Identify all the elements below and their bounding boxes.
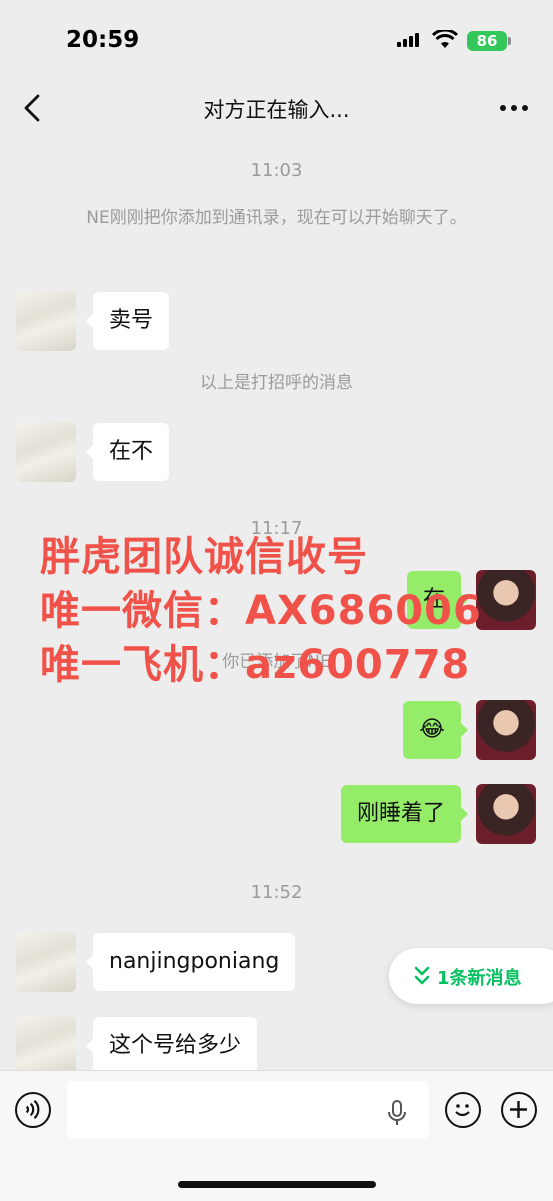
- mic-icon[interactable]: [386, 1099, 408, 1127]
- system-message: 以上是打招呼的消息: [200, 373, 353, 393]
- contact-avatar[interactable]: [16, 1016, 76, 1076]
- self-avatar[interactable]: [476, 570, 536, 630]
- incoming-message-bubble[interactable]: nanjingponiang: [85, 933, 296, 991]
- timestamp: 11:52: [250, 882, 303, 903]
- overlay-text-line: 胖虎团队诚信收号: [40, 534, 368, 580]
- incoming-message-bubble[interactable]: 卖号: [85, 292, 170, 350]
- nav-bar: 对方正在输入...: [0, 80, 553, 136]
- emoji-icon[interactable]: [445, 1092, 481, 1128]
- contact-avatar[interactable]: [16, 291, 76, 351]
- contact-avatar[interactable]: [16, 422, 76, 482]
- wifi-icon: [432, 30, 458, 48]
- battery-cap: [508, 37, 511, 45]
- overlay-text-line: 唯一飞机：az600778: [40, 642, 471, 688]
- new-messages-button[interactable]: 1条新消息: [389, 948, 553, 1004]
- double-chevron-down-icon: [414, 966, 430, 985]
- more-dots-icon[interactable]: [496, 96, 532, 120]
- status-time: 20:59: [66, 27, 140, 53]
- incoming-message-bubble[interactable]: 在不: [85, 423, 170, 481]
- chat-title: 对方正在输入...: [203, 98, 350, 122]
- self-avatar[interactable]: [476, 784, 536, 844]
- incoming-message-bubble[interactable]: 这个号给多少: [85, 1017, 258, 1075]
- battery-level: 86: [467, 31, 507, 51]
- self-avatar[interactable]: [476, 700, 536, 760]
- voice-icon[interactable]: [15, 1092, 51, 1128]
- plus-icon[interactable]: [501, 1092, 537, 1128]
- message-input[interactable]: [67, 1081, 429, 1139]
- outgoing-message-bubble[interactable]: 😂: [403, 701, 468, 759]
- contact-avatar[interactable]: [16, 932, 76, 992]
- overlay-text-line: 唯一微信：AX686006: [40, 588, 482, 634]
- outgoing-message-bubble[interactable]: 刚睡着了: [340, 785, 469, 843]
- timestamp: 11:03: [250, 160, 303, 181]
- system-message: NE刚刚把你添加到通讯录，现在可以开始聊天了。: [86, 208, 467, 228]
- new-messages-label: 1条新消息: [437, 968, 522, 989]
- cellular-signal-icon: [397, 33, 423, 47]
- home-indicator: [178, 1181, 376, 1188]
- status-bar: 20:59 86: [0, 0, 553, 80]
